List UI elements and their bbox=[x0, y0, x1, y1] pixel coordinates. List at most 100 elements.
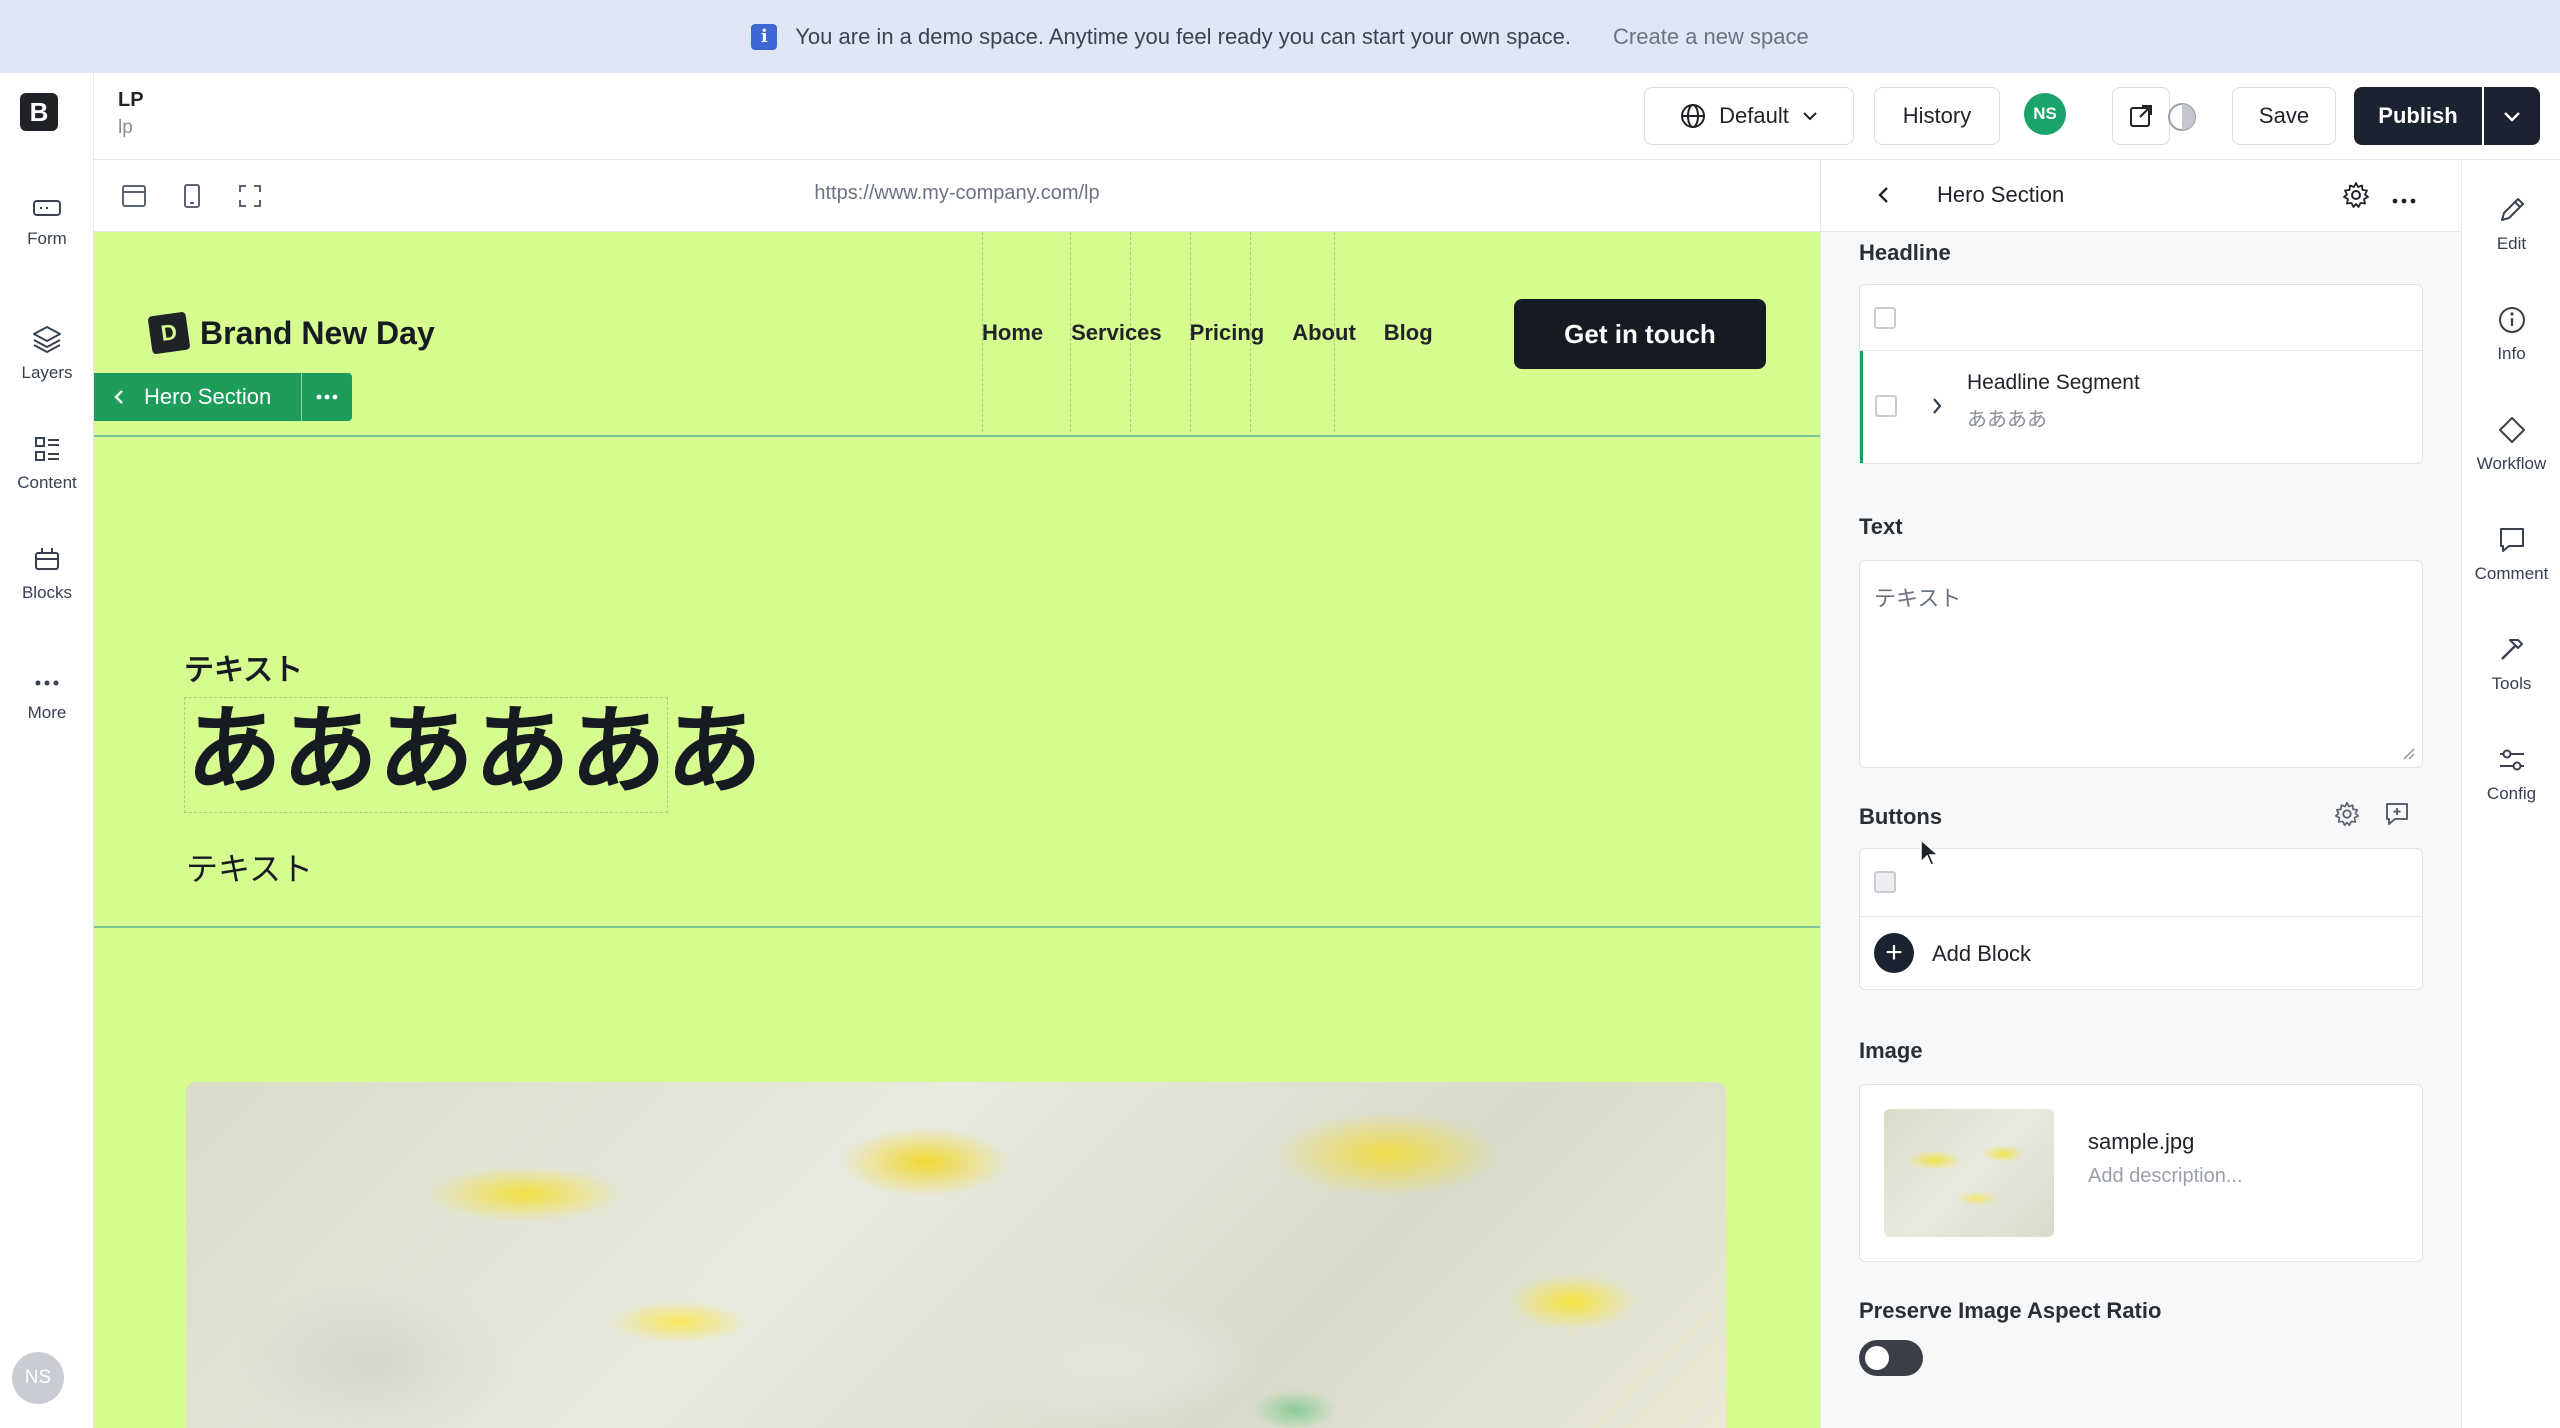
rail-item-config[interactable]: Config bbox=[2462, 744, 2560, 804]
hero-section-tag-label: Hero Section bbox=[144, 384, 272, 409]
gear-icon bbox=[2334, 801, 2360, 827]
comment-add-icon bbox=[2386, 803, 2408, 825]
buttons-comment-button[interactable] bbox=[2383, 800, 2411, 833]
globe-icon bbox=[1681, 104, 1706, 128]
demo-banner-message: You are in a demo space. Anytime you fee… bbox=[795, 23, 1572, 49]
buttons-select-checkbox[interactable] bbox=[1874, 871, 1896, 893]
rail-item-label: Info bbox=[2497, 344, 2526, 363]
headline-field-label: Headline bbox=[1859, 240, 1951, 265]
comment-icon bbox=[2499, 528, 2524, 552]
panel-more-button[interactable] bbox=[2391, 192, 2417, 210]
sidebar-item-more[interactable]: More bbox=[0, 671, 94, 723]
collaborator-avatar[interactable]: NS bbox=[2024, 93, 2066, 135]
canvas-toolbar: https://www.my-company.com/lp bbox=[94, 160, 1820, 232]
page-preview-canvas[interactable]: D Brand New Day Home Services Pricing Ab… bbox=[94, 232, 1820, 1428]
block-settings-button[interactable] bbox=[2341, 180, 2371, 215]
content-icon bbox=[35, 437, 59, 461]
select-all-checkbox[interactable] bbox=[1874, 307, 1896, 329]
rail-item-comment[interactable]: Comment bbox=[2462, 524, 2560, 584]
sidebar-item-label: Content bbox=[17, 473, 77, 492]
history-button[interactable]: History bbox=[1874, 87, 2000, 145]
headline-segment-value: ああああ bbox=[1967, 409, 2047, 431]
rail-item-label: Config bbox=[2486, 784, 2537, 803]
info-icon: i bbox=[751, 23, 778, 50]
resize-handle-icon[interactable] bbox=[2402, 747, 2416, 761]
right-tool-rail: Edit Info Workflow Comment Tools Config bbox=[2461, 160, 2560, 1428]
rail-item-label: Edit bbox=[2496, 234, 2527, 253]
locale-dropdown[interactable]: Default bbox=[1644, 87, 1854, 145]
image-description-input[interactable]: Add description... bbox=[2088, 1165, 2243, 1188]
selected-block-tag[interactable]: Hero Section bbox=[94, 373, 353, 421]
back-button[interactable] bbox=[1875, 184, 1893, 211]
page-title: LP bbox=[118, 89, 144, 111]
rail-item-edit[interactable]: Edit bbox=[2462, 194, 2560, 254]
publish-options-button[interactable] bbox=[2484, 87, 2540, 145]
sidebar-item-content[interactable]: Content bbox=[0, 433, 94, 493]
image-field[interactable]: sample.jpg Add description... bbox=[1859, 1084, 2423, 1262]
sidebar-item-label: Form bbox=[27, 229, 67, 248]
buttons-field-label: Buttons bbox=[1859, 804, 1943, 829]
editor-header: LP lp Default History NS Save Publish bbox=[94, 73, 2560, 160]
hero-subtext[interactable]: テキスト bbox=[186, 844, 313, 890]
hammer-icon bbox=[2500, 639, 2523, 660]
form-icon bbox=[33, 200, 61, 216]
site-brand[interactable]: D Brand New Day bbox=[147, 311, 435, 355]
rail-item-workflow[interactable]: Workflow bbox=[2462, 414, 2560, 474]
fullscreen-icon[interactable] bbox=[236, 182, 264, 215]
headline-field: Headline Segment ああああ bbox=[1859, 284, 2424, 464]
save-button[interactable]: Save bbox=[2232, 87, 2336, 145]
rail-item-label: Tools bbox=[2491, 674, 2532, 693]
rail-item-info[interactable]: Info bbox=[2462, 304, 2560, 364]
rail-item-label: Comment bbox=[2474, 564, 2549, 583]
headline-segment-row[interactable]: Headline Segment ああああ bbox=[1860, 351, 2424, 463]
text-textarea[interactable]: テキスト bbox=[1859, 560, 2423, 768]
headline-select-all-row bbox=[1860, 285, 2424, 351]
brand-logo-icon: D bbox=[147, 311, 191, 355]
get-in-touch-button[interactable]: Get in touch bbox=[1514, 299, 1766, 369]
buttons-settings-button[interactable] bbox=[2333, 800, 2361, 833]
sidebar-item-form[interactable]: Form bbox=[0, 195, 94, 249]
section-boundary-top bbox=[94, 435, 1820, 437]
aspect-ratio-label: Preserve Image Aspect Ratio bbox=[1859, 1298, 2162, 1323]
sidebar-item-label: Layers bbox=[21, 363, 73, 382]
chevron-left-icon bbox=[1878, 187, 1888, 203]
sidebar-item-layers[interactable]: Layers bbox=[0, 323, 94, 383]
site-nav-about[interactable]: About bbox=[1292, 320, 1356, 346]
block-options-button[interactable] bbox=[302, 373, 353, 421]
hero-section-tag[interactable]: Hero Section bbox=[94, 373, 303, 421]
more-icon bbox=[35, 680, 59, 686]
blocks-icon bbox=[35, 548, 59, 570]
open-preview-button[interactable] bbox=[2112, 87, 2170, 145]
hero-eyebrow[interactable]: テキスト bbox=[184, 645, 303, 689]
more-horizontal-icon bbox=[2392, 198, 2416, 204]
mobile-view-icon[interactable] bbox=[178, 182, 206, 215]
toggle-knob bbox=[1865, 1346, 1889, 1370]
hero-headline[interactable]: ああああああ bbox=[186, 694, 762, 809]
site-navigation: Home Services Pricing About Blog bbox=[982, 320, 1433, 346]
section-boundary-bottom bbox=[94, 926, 1820, 928]
image-file-name: sample.jpg bbox=[2088, 1129, 2195, 1154]
edit-panel: Hero Section Headline Headline Segment あ… bbox=[1820, 160, 2462, 1428]
headline-segment-checkbox[interactable] bbox=[1875, 395, 1897, 417]
app-logo[interactable]: B bbox=[20, 93, 58, 131]
create-new-space-link[interactable]: Create a new space bbox=[1613, 24, 1809, 50]
site-nav-services[interactable]: Services bbox=[1071, 320, 1162, 346]
gear-icon bbox=[2343, 182, 2369, 208]
expand-segment-button[interactable] bbox=[1929, 395, 1945, 422]
status-indicator-icon[interactable] bbox=[2166, 101, 2198, 138]
site-nav-home[interactable]: Home bbox=[982, 320, 1043, 346]
site-nav-pricing[interactable]: Pricing bbox=[1190, 320, 1265, 346]
rail-item-tools[interactable]: Tools bbox=[2462, 634, 2560, 694]
edit-panel-header: Hero Section bbox=[1821, 160, 2462, 232]
hero-image[interactable] bbox=[186, 1082, 1726, 1428]
site-nav-blog[interactable]: Blog bbox=[1384, 320, 1433, 346]
add-block-button[interactable]: + Add Block bbox=[1860, 917, 2424, 989]
sidebar-item-blocks[interactable]: Blocks bbox=[0, 543, 94, 603]
brand-name: Brand New Day bbox=[200, 314, 435, 351]
publish-button[interactable]: Publish bbox=[2354, 87, 2482, 145]
desktop-view-icon[interactable] bbox=[120, 182, 148, 215]
user-avatar[interactable]: NS bbox=[12, 1352, 64, 1404]
external-link-icon bbox=[2130, 105, 2152, 127]
aspect-ratio-toggle[interactable] bbox=[1859, 1340, 1923, 1376]
image-thumbnail[interactable] bbox=[1884, 1109, 2054, 1237]
